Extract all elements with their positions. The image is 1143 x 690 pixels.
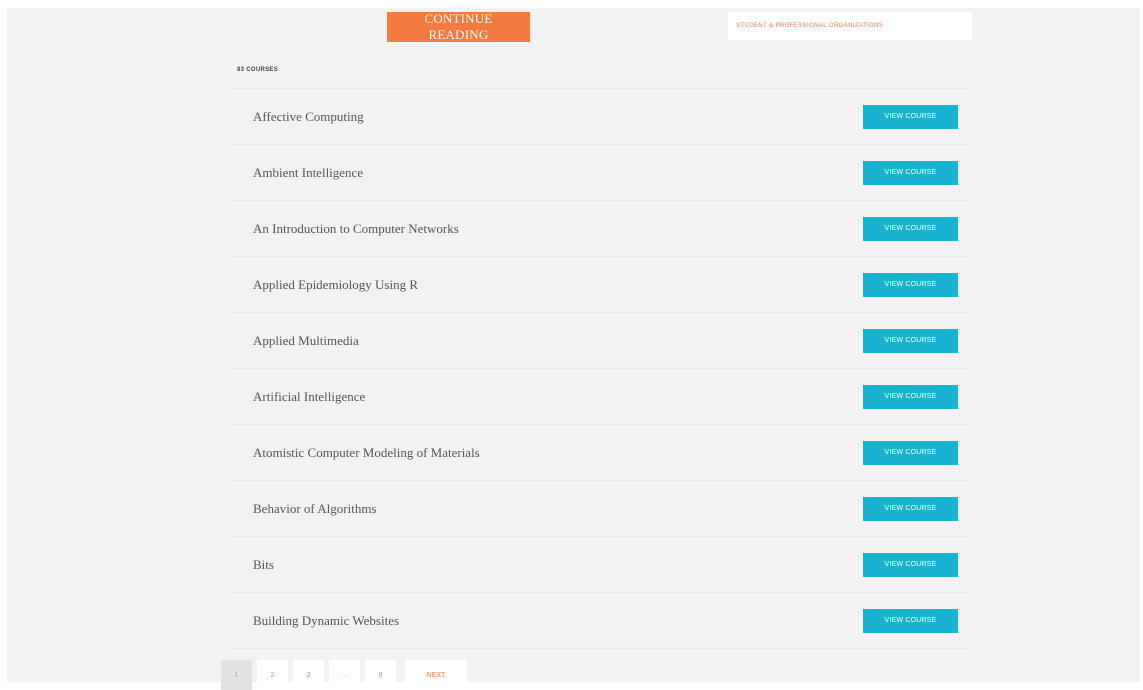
course-row: Affective Computing VIEW COURSE	[233, 89, 969, 145]
continue-reading-button[interactable]: CONTINUE READING	[387, 11, 530, 42]
course-row: Applied Epidemiology Using R VIEW COURSE	[233, 257, 969, 313]
course-row: Applied Multimedia VIEW COURSE	[233, 313, 969, 369]
view-course-button[interactable]: VIEW COURSE	[863, 552, 958, 577]
view-course-button[interactable]: VIEW COURSE	[863, 440, 958, 465]
student-organizations-link[interactable]: STUDENT & PROFESSIONAL ORGANIZATIONS	[728, 12, 972, 40]
view-course-button[interactable]: VIEW COURSE	[863, 496, 958, 521]
course-title[interactable]: An Introduction to Computer Networks	[253, 221, 459, 237]
next-page-button[interactable]: NEXT	[405, 660, 467, 690]
course-title[interactable]: Behavior of Algorithms	[253, 501, 377, 517]
pagination-ellipsis: …	[329, 660, 360, 690]
course-row: Artificial Intelligence VIEW COURSE	[233, 369, 969, 425]
view-course-button[interactable]: VIEW COURSE	[863, 384, 958, 409]
course-count: 83 COURSES	[237, 67, 279, 73]
course-list: Affective Computing VIEW COURSE Ambient …	[233, 88, 969, 649]
page-1-button[interactable]: 1	[221, 660, 252, 690]
view-course-button[interactable]: VIEW COURSE	[863, 272, 958, 297]
course-row: An Introduction to Computer Networks VIE…	[233, 201, 969, 257]
course-row: Behavior of Algorithms VIEW COURSE	[233, 481, 969, 537]
course-row: Ambient Intelligence VIEW COURSE	[233, 145, 969, 201]
course-title[interactable]: Applied Multimedia	[253, 333, 359, 349]
course-title[interactable]: Affective Computing	[253, 109, 364, 125]
pagination: 1 2 3 … 9 NEXT	[221, 660, 467, 690]
view-course-button[interactable]: VIEW COURSE	[863, 216, 958, 241]
course-title[interactable]: Bits	[253, 557, 274, 573]
page-9-button[interactable]: 9	[365, 660, 396, 690]
course-title[interactable]: Artificial Intelligence	[253, 389, 365, 405]
course-title[interactable]: Atomistic Computer Modeling of Materials	[253, 445, 480, 461]
view-course-button[interactable]: VIEW COURSE	[863, 160, 958, 185]
page-2-button[interactable]: 2	[257, 660, 288, 690]
course-row: Bits VIEW COURSE	[233, 537, 969, 593]
view-course-button[interactable]: VIEW COURSE	[863, 608, 958, 633]
view-course-button[interactable]: VIEW COURSE	[863, 328, 958, 353]
course-row: Atomistic Computer Modeling of Materials…	[233, 425, 969, 481]
course-row: Building Dynamic Websites VIEW COURSE	[233, 593, 969, 649]
course-title[interactable]: Ambient Intelligence	[253, 165, 363, 181]
course-title[interactable]: Building Dynamic Websites	[253, 613, 399, 629]
course-title[interactable]: Applied Epidemiology Using R	[253, 277, 418, 293]
view-course-button[interactable]: VIEW COURSE	[863, 104, 958, 129]
page-3-button[interactable]: 3	[293, 660, 324, 690]
